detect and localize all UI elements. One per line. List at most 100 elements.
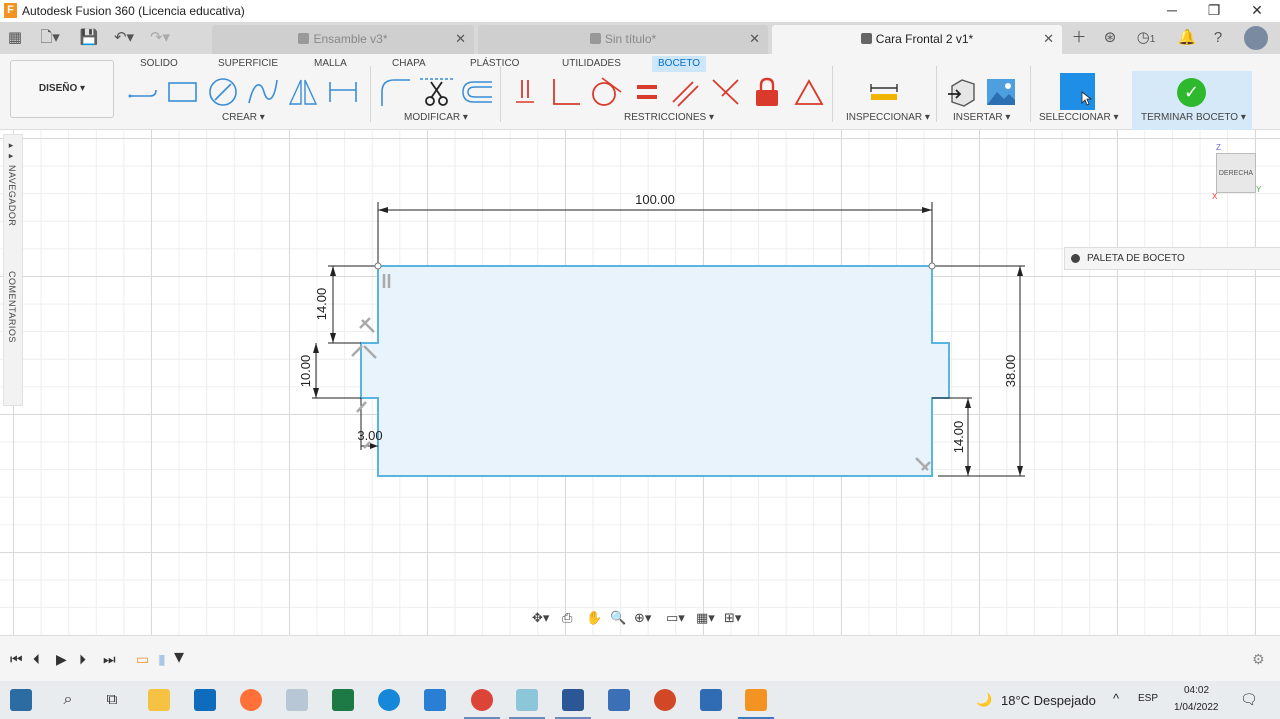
circle-tool-icon[interactable] <box>206 76 240 108</box>
help-icon[interactable]: ? <box>1207 27 1229 49</box>
autodesk-icon[interactable] <box>700 689 722 711</box>
symmetry-constraint-icon[interactable] <box>792 76 826 108</box>
fix-constraint-icon[interactable] <box>750 76 784 108</box>
fusion-taskbar-icon[interactable] <box>745 689 767 711</box>
insert-derive-icon[interactable] <box>944 76 978 108</box>
notification-center-icon[interactable]: 🗨 <box>1240 691 1258 708</box>
extensions-icon[interactable]: ⊛ <box>1099 27 1121 49</box>
group-crear[interactable]: CREAR ▾ <box>222 112 265 123</box>
tab-superficie[interactable]: SUPERFICIE <box>212 56 284 72</box>
perpendicular-constraint-icon[interactable] <box>548 76 582 108</box>
feature-icon[interactable]: ▮ <box>158 651 166 668</box>
avatar[interactable] <box>1244 26 1268 50</box>
tab-plastico[interactable]: PLÁSTICO <box>464 56 525 72</box>
file-menu-icon[interactable]: 🗋▾ <box>36 27 64 49</box>
trim-tool-icon[interactable] <box>420 76 454 108</box>
language-indicator[interactable]: ESP <box>1138 693 1158 704</box>
grid-settings-icon[interactable]: ▦▾ <box>696 610 715 626</box>
tab-close-icon[interactable]: ✕ <box>749 31 760 47</box>
timeline-settings-icon[interactable]: ⚙ <box>1252 651 1265 668</box>
dimension-height-label: 38.00 <box>1003 355 1018 388</box>
viewports-icon[interactable]: ⊞▾ <box>724 610 741 626</box>
tab-boceto[interactable]: BOCETO <box>652 56 707 72</box>
parallel-constraint-icon[interactable] <box>668 76 702 108</box>
play-icon[interactable]: ▶ <box>56 651 67 668</box>
group-seleccionar[interactable]: SELECCIONAR ▾ <box>1039 112 1118 123</box>
app-icon[interactable] <box>516 689 538 711</box>
display-settings-icon[interactable]: ▭▾ <box>666 610 685 626</box>
calculator-icon[interactable] <box>608 689 630 711</box>
tab-close-icon[interactable]: ✕ <box>1043 31 1054 47</box>
undo-icon[interactable]: ↶▾ <box>110 27 138 49</box>
line-tool-icon[interactable] <box>126 76 160 108</box>
pan-icon[interactable]: ✋ <box>586 610 602 626</box>
restore-button[interactable]: ❐ <box>1193 0 1235 22</box>
fit-icon[interactable]: ⊕▾ <box>634 610 651 626</box>
measure-tool-icon[interactable] <box>867 76 901 108</box>
task-view-icon[interactable]: ⧉ <box>101 689 123 711</box>
tangent-constraint-icon[interactable] <box>588 76 622 108</box>
equal-constraint-icon[interactable] <box>628 76 662 108</box>
collinear-constraint-icon[interactable] <box>708 76 742 108</box>
tab-malla[interactable]: MALLA <box>308 56 353 72</box>
apps-grid-icon[interactable]: ▦ <box>4 27 26 49</box>
check-icon[interactable]: ✓ <box>1177 78 1206 107</box>
search-icon[interactable]: ⌕ <box>57 689 79 711</box>
insert-canvas-icon[interactable] <box>984 76 1018 108</box>
group-restricciones[interactable]: RESTRICCIONES ▾ <box>624 112 714 123</box>
group-modificar[interactable]: MODIFICAR ▾ <box>404 112 468 123</box>
look-at-icon[interactable]: ⎙ <box>562 610 572 626</box>
select-tool-button[interactable] <box>1060 73 1095 110</box>
save-icon[interactable]: 💾 <box>78 27 100 49</box>
tray-chevron-icon[interactable]: ^ <box>1113 691 1119 706</box>
edge-icon[interactable] <box>378 689 400 711</box>
tab-solido[interactable]: SOLIDO <box>134 56 184 72</box>
excel-icon[interactable] <box>332 689 354 711</box>
spline-tool-icon[interactable] <box>246 76 280 108</box>
sketch-feature-icon[interactable]: ▭ <box>136 651 149 668</box>
fillet-tool-icon[interactable] <box>378 76 412 108</box>
chrome-icon[interactable] <box>471 689 493 711</box>
go-to-start-icon[interactable]: ⏮ <box>10 651 23 668</box>
group-inspeccionar[interactable]: INSPECCIONAR ▾ <box>846 112 930 123</box>
coincident-constraint-icon[interactable] <box>508 76 542 108</box>
new-tab-icon[interactable]: ＋ <box>1068 27 1090 49</box>
timeline-marker-icon[interactable]: ▾ <box>174 644 184 669</box>
notifications-icon[interactable]: 🔔 <box>1176 27 1198 49</box>
finish-sketch-button[interactable]: TERMINAR BOCETO ▾ <box>1141 112 1246 123</box>
rectangle-tool-icon[interactable] <box>166 76 200 108</box>
dimension-tool-icon[interactable] <box>326 76 360 108</box>
mirror-tool-icon[interactable] <box>286 76 320 108</box>
firefox-icon[interactable] <box>240 689 262 711</box>
step-back-icon[interactable]: ⏴ <box>33 651 40 668</box>
outlook-icon[interactable] <box>194 689 216 711</box>
mail-icon[interactable] <box>424 689 446 711</box>
tab-sin-titulo[interactable]: Sin título* ✕ <box>478 25 768 54</box>
weather-text[interactable]: 18°C Despejado <box>1001 693 1096 708</box>
tab-utilidades[interactable]: UTILIDADES <box>556 56 627 72</box>
group-insertar[interactable]: INSERTAR ▾ <box>953 112 1010 123</box>
tab-chapa[interactable]: CHAPA <box>386 56 432 72</box>
clock-time[interactable]: 04:02 <box>1184 685 1209 696</box>
windows-start-icon[interactable] <box>10 689 32 711</box>
tab-close-icon[interactable]: ✕ <box>455 31 466 47</box>
close-button[interactable]: ✕ <box>1236 0 1278 22</box>
sketch-canvas[interactable]: ▸▸ NAVEGADOR COMENTARIOS Z DERECHA Y X P… <box>0 130 1280 635</box>
clock-date[interactable]: 1/04/2022 <box>1174 702 1219 713</box>
tab-ensamble[interactable]: Ensamble v3* ✕ <box>212 25 474 54</box>
weather-icon[interactable]: 🌙 <box>976 692 992 708</box>
zoom-icon[interactable]: 🔍 <box>610 610 626 626</box>
powerpoint-icon[interactable] <box>654 689 676 711</box>
orbit-icon[interactable]: ✥▾ <box>532 610 549 626</box>
step-forward-icon[interactable]: ⏵ <box>79 651 86 668</box>
job-status-icon[interactable]: ◷1 <box>1131 27 1161 49</box>
offset-tool-icon[interactable] <box>460 76 494 108</box>
workspace-switcher[interactable]: DISEÑO ▾ <box>10 60 114 118</box>
redo-icon[interactable]: ↷▾ <box>146 27 174 49</box>
word-icon[interactable] <box>562 689 584 711</box>
tab-cara-frontal[interactable]: Cara Frontal 2 v1* ✕ <box>772 25 1062 54</box>
go-to-end-icon[interactable]: ⏭ <box>103 651 116 668</box>
app-icon[interactable] <box>286 689 308 711</box>
file-explorer-icon[interactable] <box>148 689 170 711</box>
minimize-button[interactable]: ─ <box>1151 0 1193 22</box>
